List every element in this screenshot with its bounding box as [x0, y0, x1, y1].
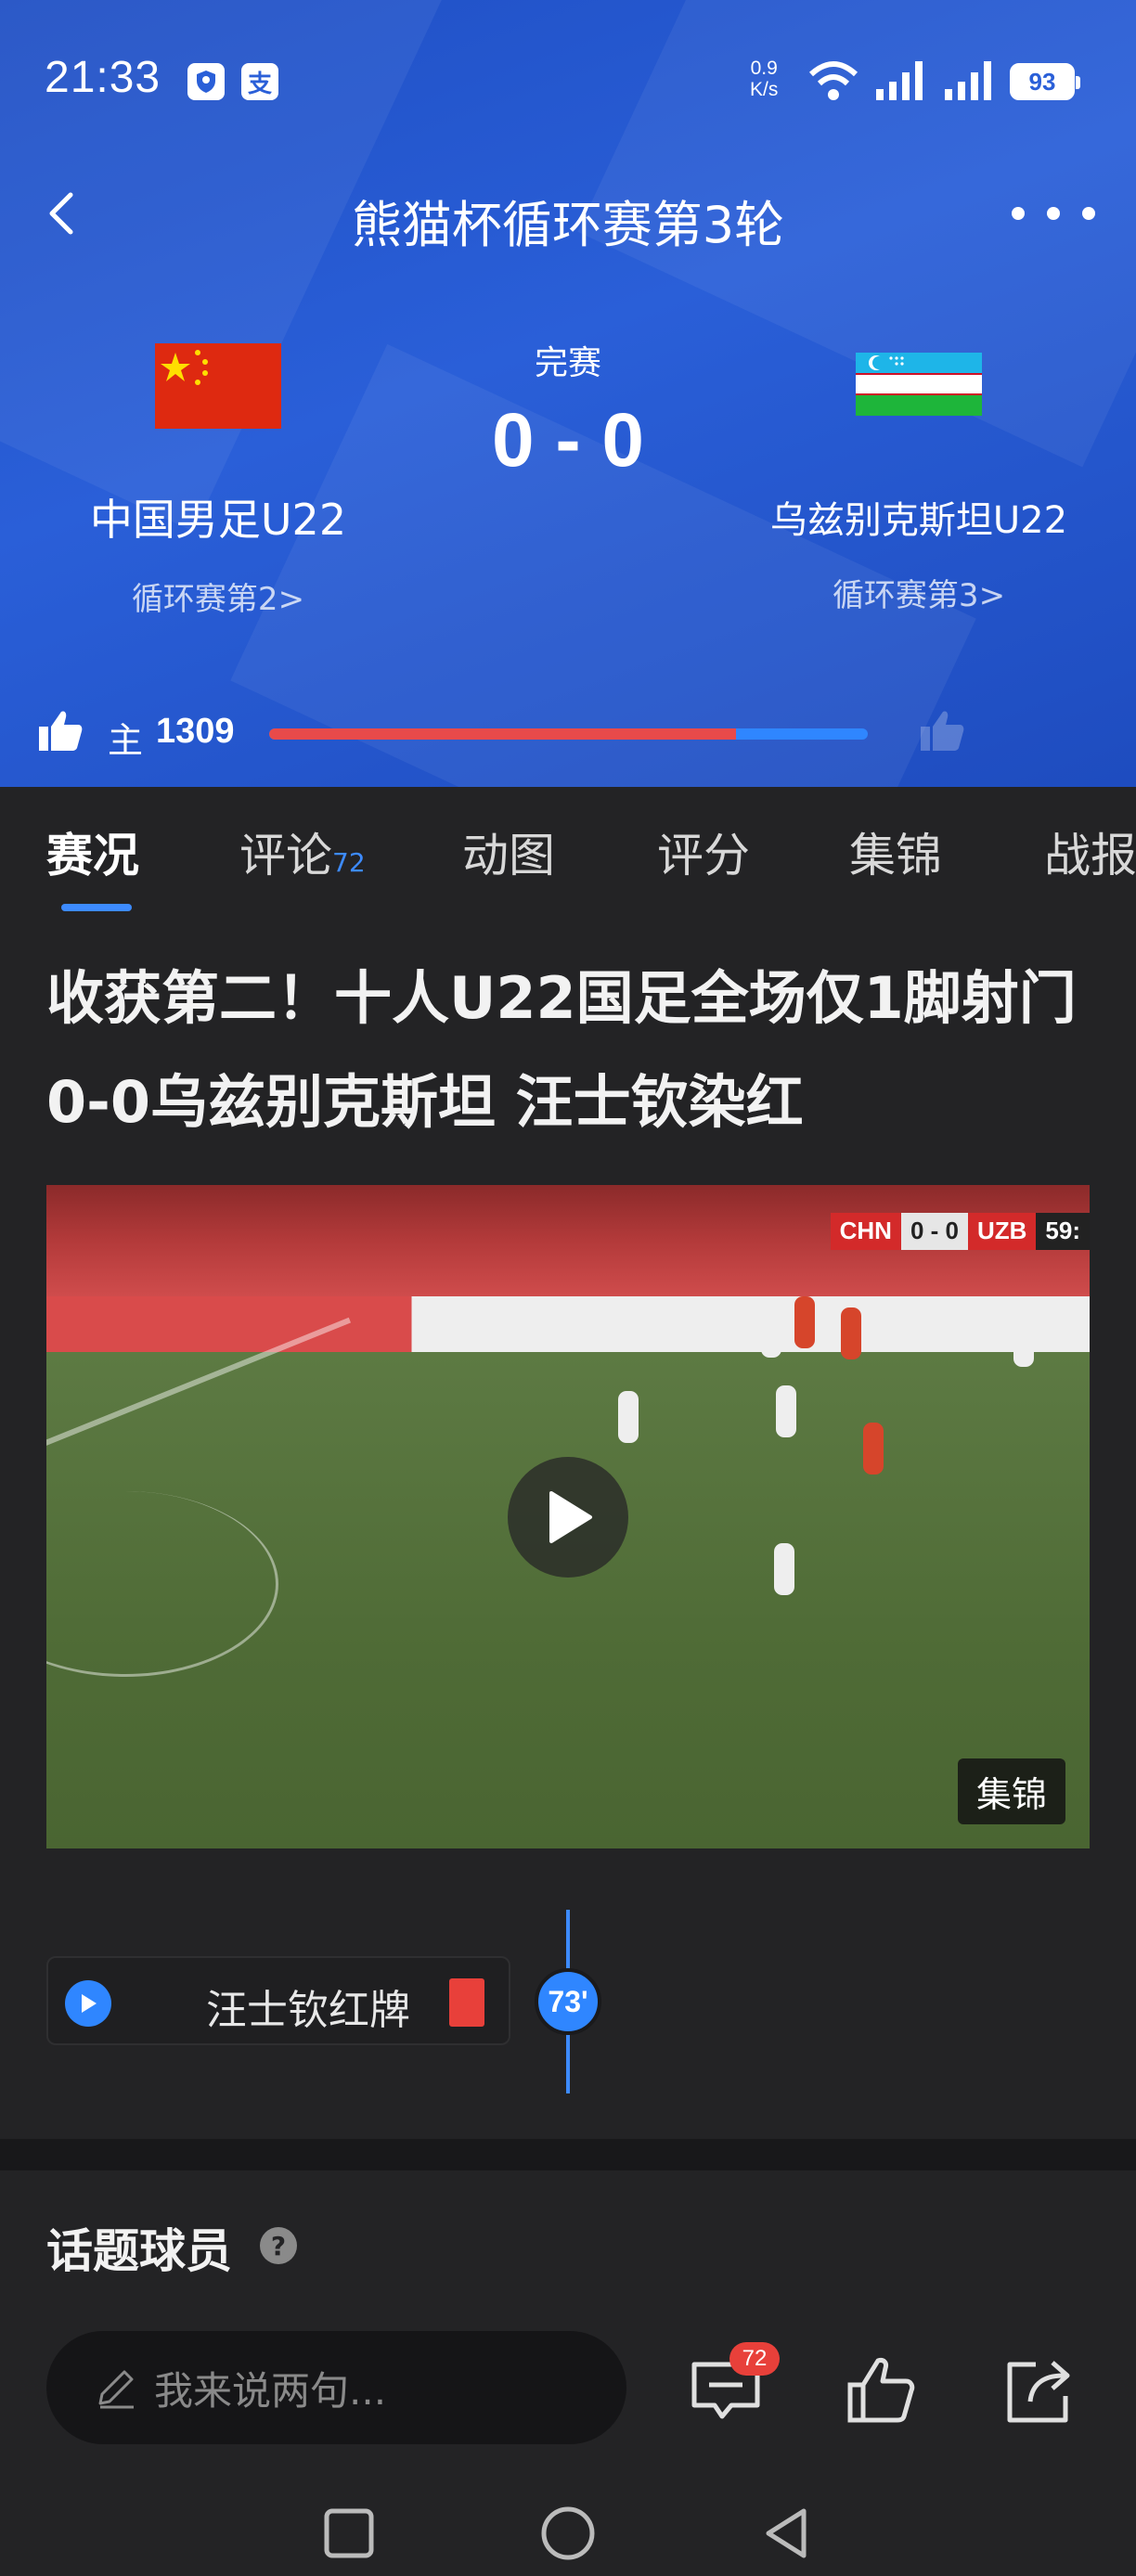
- play-icon[interactable]: [65, 1980, 111, 2027]
- battery-icon: 93: [1010, 63, 1080, 100]
- tab-comments[interactable]: 评论72: [239, 818, 366, 885]
- active-tab-indicator: [61, 904, 132, 911]
- tab-match-status[interactable]: 赛况: [46, 818, 139, 885]
- article-headline[interactable]: 收获第二！十人U22国足全场仅1脚射门0-0乌兹别克斯坦 汪士钦染红: [46, 947, 1095, 1154]
- status-bar: 21:33 支 0.9 K/s 93: [0, 0, 1136, 158]
- home-team-round-link[interactable]: 循环赛第2>: [56, 573, 381, 619]
- player: [776, 1385, 796, 1437]
- support-ratio-bar: [269, 728, 868, 740]
- player: [774, 1543, 794, 1595]
- tab-highlights[interactable]: 集锦: [849, 818, 942, 885]
- event-minute: 73': [535, 1968, 601, 2035]
- away-team[interactable]: 乌兹别克斯坦U22 循环赛第3>: [742, 353, 1095, 615]
- thumbs-up-icon[interactable]: [919, 708, 965, 754]
- back-icon[interactable]: [759, 2505, 815, 2561]
- support-bar: 主 1309: [0, 701, 1136, 766]
- navigation-bar: 熊猫杯循环赛第3轮: [0, 167, 1136, 260]
- share-icon[interactable]: [1002, 2355, 1077, 2426]
- signal-icon: [945, 61, 991, 100]
- signal-icon: [876, 61, 923, 100]
- home-support-count: 1309: [156, 712, 235, 751]
- section-title: 话题球员: [46, 2224, 232, 2278]
- away-team-name: 乌兹别克斯坦U22: [769, 499, 1068, 542]
- player: [618, 1391, 639, 1443]
- video-scoreboard: CHN 0 - 0 UZB 59:: [830, 1213, 1090, 1250]
- event-description: 汪士钦红牌: [206, 1987, 410, 2034]
- network-speed: 0.9 K/s: [750, 58, 779, 100]
- home-support-label: 主: [108, 720, 144, 761]
- status-time: 21:33: [45, 53, 161, 102]
- home-support-fill: [269, 728, 737, 740]
- red-card-icon: [449, 1978, 484, 2027]
- shield-icon: [187, 63, 225, 100]
- thumbs-up-icon[interactable]: [845, 2355, 919, 2426]
- more-options-icon[interactable]: [1012, 186, 1095, 241]
- wifi-icon: [808, 61, 858, 100]
- tab-bar: 赛况 评论72 动图 评分 集锦 战报: [0, 787, 1136, 911]
- uzbekistan-flag-icon: [856, 353, 982, 416]
- player: [863, 1423, 884, 1475]
- video-player[interactable]: CHN 0 - 0 UZB 59: 集锦: [46, 1185, 1090, 1848]
- home-icon[interactable]: [540, 2505, 596, 2561]
- comment-input[interactable]: 我来说两句...: [46, 2331, 626, 2444]
- play-icon[interactable]: [508, 1457, 628, 1578]
- player: [794, 1296, 815, 1348]
- recent-apps-icon[interactable]: [321, 2505, 377, 2561]
- football-pitch: [46, 1317, 1090, 1848]
- help-icon[interactable]: ?: [260, 2227, 297, 2264]
- comment-count-badge: 72: [729, 2342, 780, 2376]
- tab-ratings[interactable]: 评分: [657, 818, 750, 885]
- event-card[interactable]: 汪士钦红牌: [46, 1956, 510, 2045]
- tab-report[interactable]: 战报: [1044, 818, 1136, 885]
- pitch-marking: [46, 1491, 278, 1677]
- match-header: 21:33 支 0.9 K/s 93 熊猫杯循环赛第3轮 中国男足U22 循环赛…: [0, 0, 1136, 787]
- away-team-round-link[interactable]: 循环赛第3>: [742, 570, 1095, 615]
- ad-boards: [46, 1296, 1090, 1352]
- section-divider: [0, 2139, 1136, 2170]
- player: [761, 1306, 781, 1358]
- home-team-name: 中国男足U22: [89, 495, 347, 545]
- page-title: 熊猫杯循环赛第3轮: [351, 196, 785, 254]
- pen-icon: [98, 2370, 134, 2409]
- alipay-icon: 支: [241, 63, 278, 100]
- player: [1013, 1315, 1034, 1367]
- thumbs-up-icon[interactable]: [37, 708, 84, 754]
- comment-placeholder: 我来说两句...: [154, 2367, 387, 2414]
- tab-gifs[interactable]: 动图: [462, 818, 555, 885]
- system-navigation-bar: [0, 2487, 1136, 2576]
- highlights-tag[interactable]: 集锦: [957, 1758, 1065, 1824]
- player: [841, 1307, 861, 1359]
